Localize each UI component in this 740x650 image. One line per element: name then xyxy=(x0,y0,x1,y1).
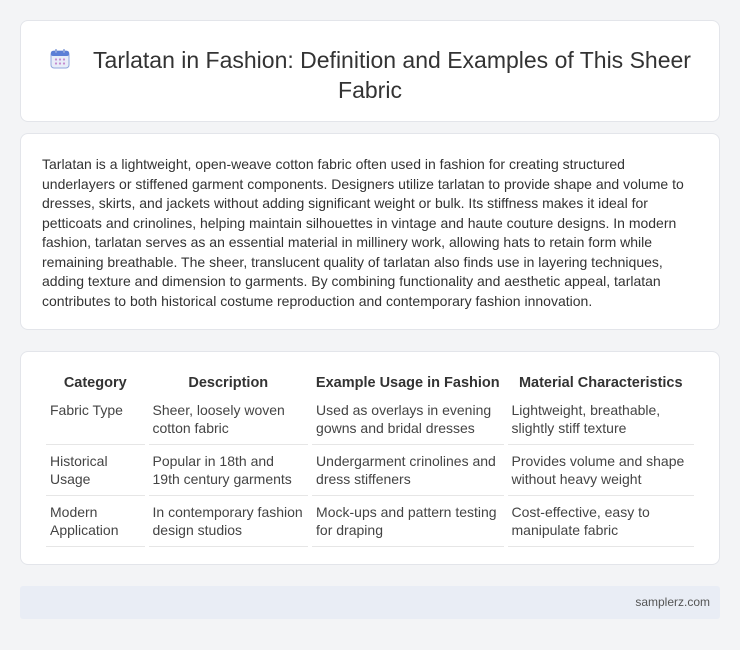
characteristics-table: Category Description Example Usage in Fa… xyxy=(42,373,698,547)
table-cell: Mock-ups and pattern testing for draping xyxy=(312,496,504,547)
table-header-row: Category Description Example Usage in Fa… xyxy=(46,373,694,394)
table-row: Fabric Type Sheer, loosely woven cotton … xyxy=(46,394,694,445)
table-cell: Popular in 18th and 19th century garment… xyxy=(148,445,309,496)
column-header: Material Characteristics xyxy=(518,375,683,391)
footer-site-link[interactable]: samplerz.com xyxy=(635,595,710,609)
intro-paragraph: Tarlatan is a lightweight, open-weave co… xyxy=(42,156,684,309)
column-header: Example Usage in Fashion xyxy=(315,375,500,391)
footer-bar: samplerz.com xyxy=(20,586,720,619)
page-title-text: Tarlatan in Fashion: Definition and Exam… xyxy=(93,47,691,103)
title-card: Tarlatan in Fashion: Definition and Exam… xyxy=(20,20,720,122)
title-block: Tarlatan in Fashion: Definition and Exam… xyxy=(21,45,719,105)
table-cell: Modern Application xyxy=(46,496,145,547)
table-cell: Undergarment crinolines and dress stiffe… xyxy=(312,445,504,496)
calendar-icon xyxy=(49,47,71,69)
page-title: Tarlatan in Fashion: Definition and Exam… xyxy=(21,45,719,105)
intro-card: Tarlatan is a lightweight, open-weave co… xyxy=(20,133,720,330)
table-cell: Provides volume and shape without heavy … xyxy=(507,445,694,496)
table-cell: Fabric Type xyxy=(46,394,145,445)
table-row: Modern Application In contemporary fashi… xyxy=(46,496,694,547)
table-cell: In contemporary fashion design studios xyxy=(148,496,309,547)
table-cell: Historical Usage xyxy=(46,445,145,496)
table-row: Historical Usage Popular in 18th and 19t… xyxy=(46,445,694,496)
table-card: Category Description Example Usage in Fa… xyxy=(20,351,720,565)
column-header: Category xyxy=(63,375,127,391)
table-cell: Cost-effective, easy to manipulate fabri… xyxy=(507,496,694,547)
table-cell: Used as overlays in evening gowns and br… xyxy=(312,394,504,445)
table-cell: Sheer, loosely woven cotton fabric xyxy=(148,394,309,445)
table-cell: Lightweight, breathable, slightly stiff … xyxy=(507,394,694,445)
column-header: Description xyxy=(188,375,269,391)
